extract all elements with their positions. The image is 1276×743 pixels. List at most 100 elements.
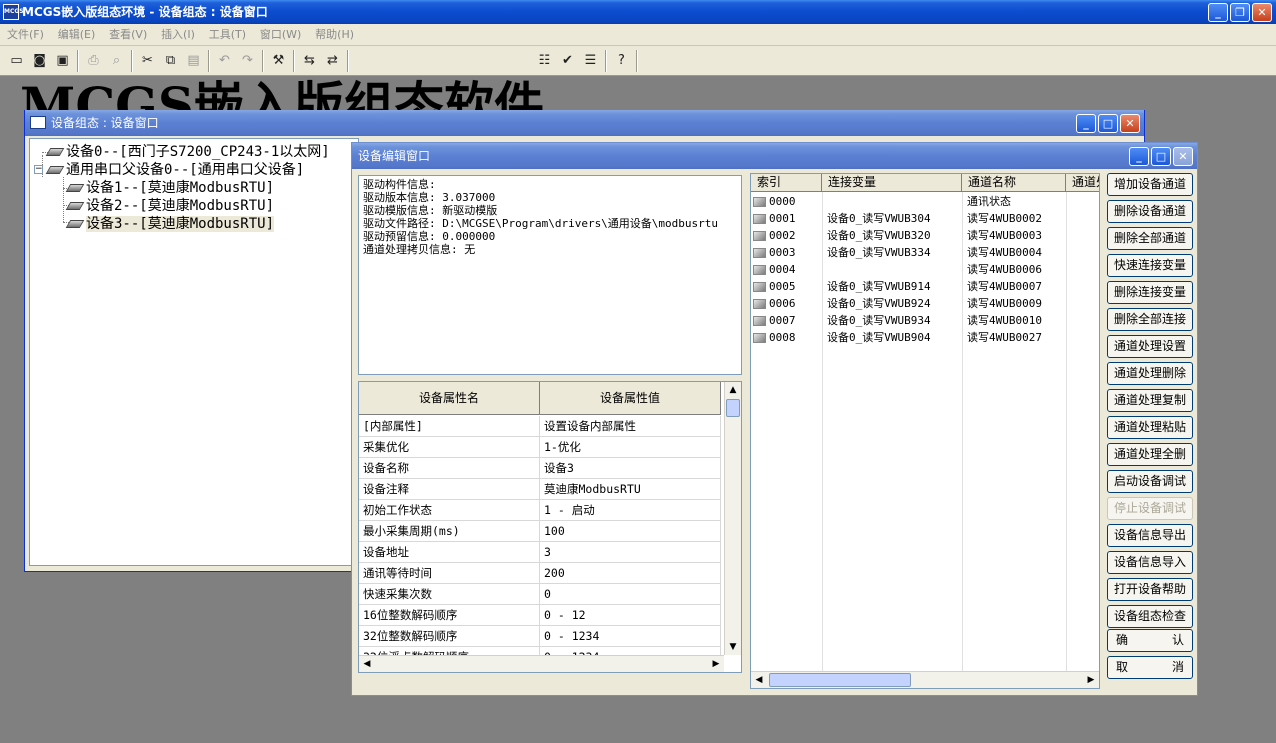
scroll-left-icon[interactable]: ◀ bbox=[359, 656, 375, 672]
property-value[interactable]: 设备3 bbox=[540, 458, 721, 479]
cancel-button[interactable]: 取 消 bbox=[1107, 656, 1193, 679]
menu-window[interactable]: 窗口(W) bbox=[255, 24, 306, 46]
property-value[interactable]: 0 bbox=[540, 584, 721, 605]
export-device-info-button[interactable]: 设备信息导出 bbox=[1107, 524, 1193, 547]
delete-channel-button[interactable]: 删除设备通道 bbox=[1107, 200, 1193, 223]
device-config-minimize-button[interactable]: _ bbox=[1076, 114, 1096, 133]
menu-help[interactable]: 帮助(H) bbox=[310, 24, 359, 46]
property-row[interactable]: 采集优化 1-优化 bbox=[359, 437, 721, 458]
scroll-thumb[interactable] bbox=[726, 399, 740, 417]
col-variable-header[interactable]: 连接变量 bbox=[822, 174, 962, 192]
col-processing-header[interactable]: 通道处理 bbox=[1066, 174, 1099, 192]
help-icon[interactable]: ? bbox=[611, 51, 632, 71]
property-value[interactable]: 设置设备内部属性 bbox=[540, 416, 721, 437]
property-vscrollbar[interactable]: ▲ ▼ bbox=[724, 382, 741, 655]
device-edit-close-button[interactable]: ✕ bbox=[1173, 147, 1193, 166]
tree-item-device2[interactable]: 设备2--[莫迪康ModbusRTU] bbox=[65, 197, 274, 215]
properties-icon[interactable]: ☷ bbox=[534, 51, 555, 71]
property-row[interactable]: 通讯等待时间 200 bbox=[359, 563, 721, 584]
property-row[interactable]: 快速采集次数 0 bbox=[359, 584, 721, 605]
delete-all-channels-button[interactable]: 删除全部通道 bbox=[1107, 227, 1193, 250]
property-value[interactable]: 1 - 启动 bbox=[540, 500, 721, 521]
menu-view[interactable]: 查看(V) bbox=[104, 24, 152, 46]
scroll-left-icon[interactable]: ◀ bbox=[751, 672, 767, 688]
menu-file[interactable]: 文件(F) bbox=[2, 24, 49, 46]
prop-value-header[interactable]: 设备属性值 bbox=[540, 382, 721, 415]
app-restore-button[interactable]: ❐ bbox=[1230, 3, 1250, 22]
channel-process-settings-button[interactable]: 通道处理设置 bbox=[1107, 335, 1193, 358]
copy-icon[interactable]: ⧉ bbox=[160, 51, 181, 71]
channel-row[interactable]: 0006 设备0_读写VWUB924 读写4WUB0009 bbox=[751, 295, 1066, 312]
tools-icon[interactable]: ⚒ bbox=[268, 51, 289, 71]
property-row[interactable]: [内部属性] 设置设备内部属性 bbox=[359, 416, 721, 437]
device-right-icon[interactable]: ⇄ bbox=[322, 51, 343, 71]
channel-hscrollbar[interactable]: ◀ ▶ bbox=[751, 671, 1099, 688]
property-row[interactable]: 最小采集周期(ms) 100 bbox=[359, 521, 721, 542]
device-config-close-button[interactable]: ✕ bbox=[1120, 114, 1140, 133]
app-close-button[interactable]: ✕ bbox=[1252, 3, 1272, 22]
channel-row[interactable]: 0005 设备0_读写VWUB914 读写4WUB0007 bbox=[751, 278, 1066, 295]
property-value[interactable]: 0 - 1234 bbox=[540, 626, 721, 647]
tree-expander[interactable]: − bbox=[34, 165, 43, 174]
app-minimize-button[interactable]: _ bbox=[1208, 3, 1228, 22]
device-config-check-button[interactable]: 设备组态检查 bbox=[1107, 605, 1193, 628]
open-icon[interactable]: ◙ bbox=[29, 51, 50, 71]
col-channel-name-header[interactable]: 通道名称 bbox=[962, 174, 1066, 192]
menu-tools[interactable]: 工具(T) bbox=[204, 24, 251, 46]
property-value[interactable]: 1-优化 bbox=[540, 437, 721, 458]
device-edit-maximize-button[interactable]: □ bbox=[1151, 147, 1171, 166]
cut-icon[interactable]: ✂ bbox=[137, 51, 158, 71]
channel-process-copy-button[interactable]: 通道处理复制 bbox=[1107, 389, 1193, 412]
channel-row[interactable]: 0001 设备0_读写VWUB304 读写4WUB0002 bbox=[751, 210, 1066, 227]
channel-row[interactable]: 0008 设备0_读写VWUB904 读写4WUB0027 bbox=[751, 329, 1066, 346]
scroll-right-icon[interactable]: ▶ bbox=[708, 656, 724, 672]
channel-row[interactable]: 0007 设备0_读写VWUB934 读写4WUB0010 bbox=[751, 312, 1066, 329]
open-device-help-button[interactable]: 打开设备帮助 bbox=[1107, 578, 1193, 601]
property-row[interactable]: 初始工作状态 1 - 启动 bbox=[359, 500, 721, 521]
delete-connect-variable-button[interactable]: 删除连接变量 bbox=[1107, 281, 1193, 304]
channel-row[interactable]: 0004 读写4WUB0006 bbox=[751, 261, 1066, 278]
device-edit-minimize-button[interactable]: _ bbox=[1129, 147, 1149, 166]
property-value[interactable]: 3 bbox=[540, 542, 721, 563]
tree-item-device1[interactable]: 设备1--[莫迪康ModbusRTU] bbox=[65, 179, 274, 197]
menu-insert[interactable]: 插入(I) bbox=[156, 24, 200, 46]
channel-row[interactable]: 0000 通讯状态 bbox=[751, 193, 1066, 210]
property-row[interactable]: 16位整数解码顺序 0 - 12 bbox=[359, 605, 721, 626]
property-row[interactable]: 32位整数解码顺序 0 - 1234 bbox=[359, 626, 721, 647]
add-channel-button[interactable]: 增加设备通道 bbox=[1107, 173, 1193, 196]
scroll-down-icon[interactable]: ▼ bbox=[725, 639, 741, 655]
tree-item-device3[interactable]: 设备3--[莫迪康ModbusRTU] bbox=[65, 215, 275, 233]
property-hscrollbar[interactable]: ◀ ▶ bbox=[359, 655, 724, 672]
property-value[interactable]: 100 bbox=[540, 521, 721, 542]
scroll-right-icon[interactable]: ▶ bbox=[1083, 672, 1099, 688]
channel-row[interactable]: 0002 设备0_读写VWUB320 读写4WUB0003 bbox=[751, 227, 1066, 244]
property-row[interactable]: 设备地址 3 bbox=[359, 542, 721, 563]
print-icon[interactable]: ⎙ bbox=[83, 51, 104, 71]
menu-edit[interactable]: 编辑(E) bbox=[53, 24, 101, 46]
stop-debug-button[interactable]: 停止设备调试 bbox=[1107, 497, 1193, 520]
property-value[interactable]: 200 bbox=[540, 563, 721, 584]
channel-process-paste-button[interactable]: 通道处理粘贴 bbox=[1107, 416, 1193, 439]
tree-item-device0[interactable]: 设备0--[西门子S7200_CP243-1以太网] bbox=[45, 143, 330, 161]
paste-icon[interactable]: ▤ bbox=[183, 51, 204, 71]
confirm-button[interactable]: 确 认 bbox=[1107, 629, 1193, 652]
tree-item-serial-parent[interactable]: 通用串口父设备0--[通用串口父设备] bbox=[45, 161, 304, 179]
device-left-icon[interactable]: ⇆ bbox=[299, 51, 320, 71]
property-row[interactable]: 设备注释 莫迪康ModbusRTU bbox=[359, 479, 721, 500]
list-icon[interactable]: ☰ bbox=[580, 51, 601, 71]
delete-all-connections-button[interactable]: 删除全部连接 bbox=[1107, 308, 1193, 331]
print-preview-icon[interactable]: ⌕ bbox=[106, 51, 127, 71]
scroll-up-icon[interactable]: ▲ bbox=[725, 382, 741, 398]
prop-name-header[interactable]: 设备属性名 bbox=[359, 382, 540, 415]
channel-process-delete-all-button[interactable]: 通道处理全删 bbox=[1107, 443, 1193, 466]
redo-icon[interactable]: ↷ bbox=[237, 51, 258, 71]
scroll-thumb[interactable] bbox=[769, 673, 911, 687]
channel-process-delete-button[interactable]: 通道处理删除 bbox=[1107, 362, 1193, 385]
undo-icon[interactable]: ↶ bbox=[214, 51, 235, 71]
check-icon[interactable]: ✔ bbox=[557, 51, 578, 71]
import-device-info-button[interactable]: 设备信息导入 bbox=[1107, 551, 1193, 574]
property-row[interactable]: 设备名称 设备3 bbox=[359, 458, 721, 479]
col-index-header[interactable]: 索引 bbox=[751, 174, 822, 192]
property-value[interactable]: 莫迪康ModbusRTU bbox=[540, 479, 721, 500]
channel-row[interactable]: 0003 设备0_读写VWUB334 读写4WUB0004 bbox=[751, 244, 1066, 261]
